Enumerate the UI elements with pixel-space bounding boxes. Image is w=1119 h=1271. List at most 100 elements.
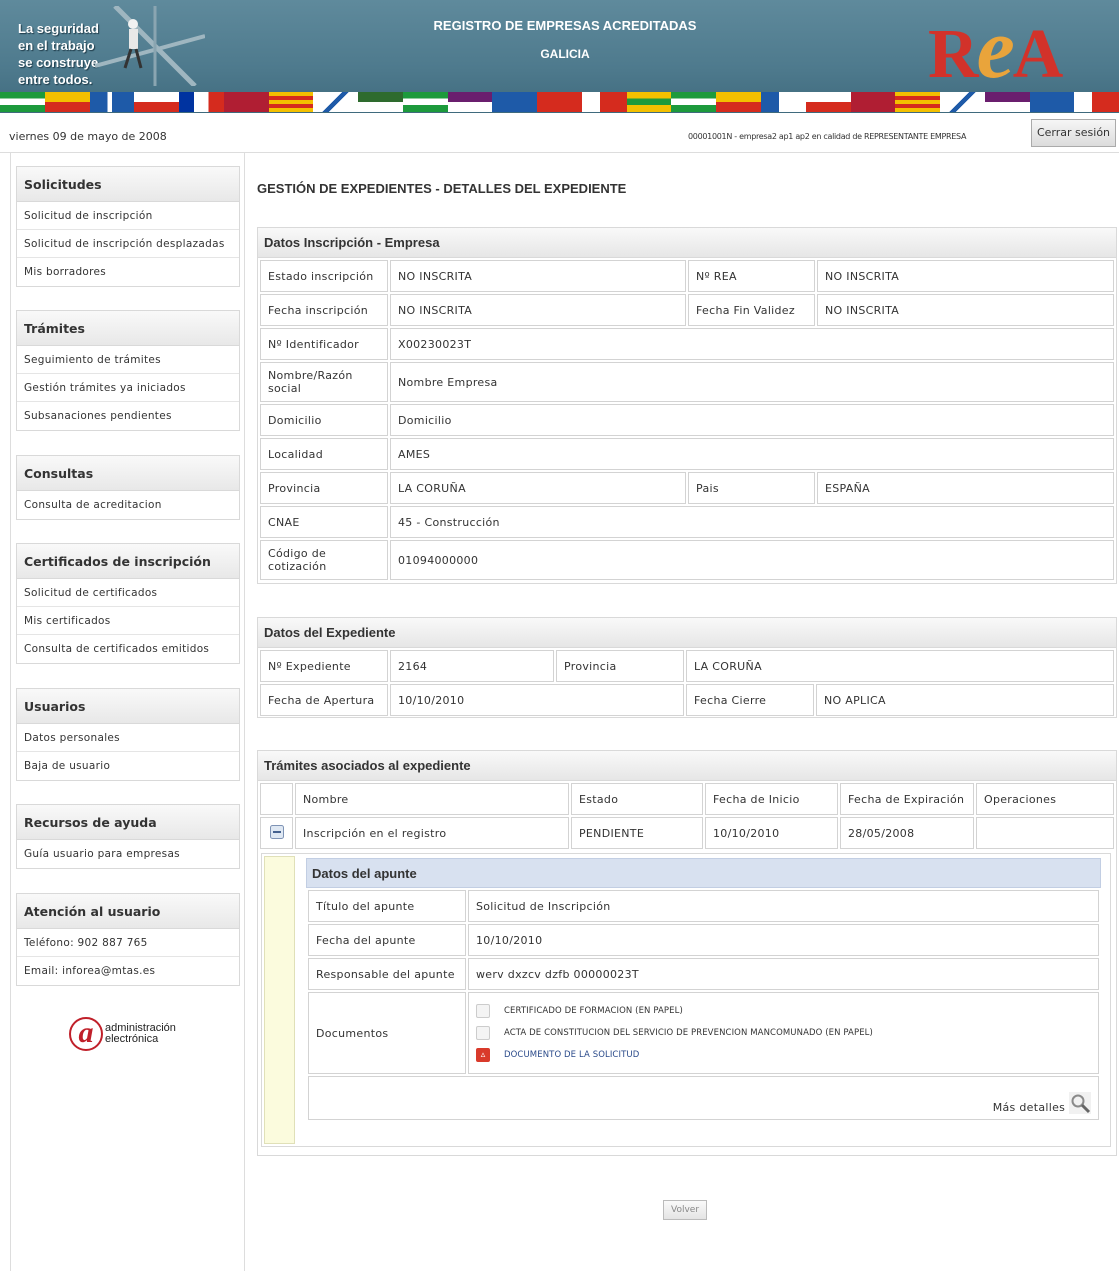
menu-certificados: Certificados de inscripción Solicitud de… [16,543,240,664]
column-header: Fecha de Expiración [840,783,974,815]
field-value: werv dxzcv dzfb 00000023T [468,958,1099,990]
user-info: 00001001N - empresa2 ap1 ap2 en calidad … [688,132,967,141]
apunte-table: Título del apunte Solicitud de Inscripci… [306,888,1101,1122]
field-label: Nº Expediente [260,650,388,682]
field-label: Fecha Fin Validez [688,294,815,326]
menu-item-datos-personales[interactable]: Datos personales [17,724,239,752]
document-item: ACTA DE CONSTITUCION DEL SERVICIO DE PRE… [476,1022,1091,1044]
menu-consultas: Consultas Consulta de acreditacion [16,455,240,520]
logout-button[interactable]: Cerrar sesión [1031,119,1116,147]
volver-button[interactable]: Volver [663,1200,707,1220]
indent-strip [264,856,295,1144]
collapse-toggle[interactable] [260,817,293,849]
section-title: Datos Inscripción - Empresa [258,228,1116,258]
magnifier-icon[interactable] [1069,1092,1091,1114]
field-label: Provincia [556,650,684,682]
blank-doc-icon [476,1004,490,1018]
field-label: Fecha de Apertura [260,684,388,716]
logo-letter: R [928,16,979,93]
menu-item-seguimiento[interactable]: Seguimiento de trámites [17,346,239,374]
inscripcion-section: Datos Inscripción - Empresa Estado inscr… [257,227,1117,584]
tramite-operaciones [976,817,1114,849]
logo-line: electrónica [105,1033,159,1045]
menu-item-mis-certificados[interactable]: Mis certificados [17,607,239,635]
menu-item-solicitud-desplazadas[interactable]: Solicitud de inscripción desplazadas [17,230,239,258]
field-value: ESPAÑA [817,472,1114,504]
banner-subtitle: GALICIA [540,47,590,61]
field-label: Nº REA [688,260,815,292]
slogan-line: La seguridad [18,21,99,36]
menu-item-mis-borradores[interactable]: Mis borradores [17,258,239,286]
field-value: 45 - Construcción [390,506,1114,538]
inscripcion-table: Estado inscripción NO INSCRITA Nº REA NO… [258,258,1116,582]
column-header: Fecha de Inicio [705,783,838,815]
menu-item-solicitud-certificados[interactable]: Solicitud de certificados [17,579,239,607]
section-title: Trámites asociados al expediente [258,751,1116,781]
field-label: Nº Identificador [260,328,388,360]
field-value: LA CORUÑA [390,472,686,504]
document-name: ACTA DE CONSTITUCION DEL SERVICIO DE PRE… [504,1028,873,1038]
menu-header: Consultas [17,456,239,491]
field-label: Estado inscripción [260,260,388,292]
field-label: Fecha del apunte [308,924,466,956]
menu-header: Recursos de ayuda [17,805,239,840]
field-label: Localidad [260,438,388,470]
tramites-section: Trámites asociados al expediente Nombre … [257,750,1117,1156]
logo-letter: A [1012,16,1064,93]
rea-logo: ReA [928,5,1114,93]
pdf-icon[interactable]: ▵ [476,1048,490,1062]
field-value: Solicitud de Inscripción [468,890,1099,922]
field-value: 10/10/2010 [390,684,684,716]
slogan-line: entre todos. [18,72,93,87]
mas-detalles-link[interactable]: Más detalles [993,1101,1065,1114]
field-value: 01094000000 [390,540,1114,580]
menu-ayuda: Recursos de ayuda Guía usuario para empr… [16,804,240,869]
slogan: La seguridad en el trabajo se construye … [18,20,99,88]
tramites-table: Nombre Estado Fecha de Inicio Fecha de E… [258,781,1116,851]
apunte-panel: Datos del apunte Título del apunte Solic… [261,853,1111,1147]
menu-item-solicitud-inscripcion[interactable]: Solicitud de inscripción [17,202,239,230]
menu-item-baja-usuario[interactable]: Baja de usuario [17,752,239,780]
regional-flags-strip [0,91,1119,113]
top-bar: viernes 09 de mayo de 2008 00001001N - e… [0,113,1119,153]
current-date: viernes 09 de mayo de 2008 [9,130,167,143]
collapse-icon[interactable] [269,824,284,839]
menu-item-consulta-certificados[interactable]: Consulta de certificados emitidos [17,635,239,663]
field-value: AMES [390,438,1114,470]
field-label: Título del apunte [308,890,466,922]
document-item[interactable]: ▵ DOCUMENTO DE LA SOLICITUD [476,1044,1091,1066]
tramite-estado: PENDIENTE [571,817,703,849]
menu-solicitudes: Solicitudes Solicitud de inscripción Sol… [16,166,240,287]
document-link[interactable]: DOCUMENTO DE LA SOLICITUD [504,1050,639,1060]
field-value: 2164 [390,650,554,682]
expediente-table: Nº Expediente 2164 Provincia LA CORUÑA F… [258,648,1116,718]
administracion-electronica-logo[interactable]: a administración electrónica [69,1015,199,1055]
tramite-fecha-expiracion: 28/05/2008 [840,817,974,849]
field-value: Nombre Empresa [390,362,1114,402]
field-value: NO INSCRITA [817,294,1114,326]
menu-item-guia-usuario[interactable]: Guía usuario para empresas [17,840,239,868]
field-label: CNAE [260,506,388,538]
menu-item-subsanaciones[interactable]: Subsanaciones pendientes [17,402,239,430]
document-item: CERTIFICADO DE FORMACION (EN PAPEL) [476,1000,1091,1022]
field-label: Documentos [308,992,466,1074]
field-label: Pais [688,472,815,504]
column-header: Estado [571,783,703,815]
column-header: Nombre [295,783,569,815]
field-value: NO APLICA [816,684,1114,716]
menu-usuarios: Usuarios Datos personales Baja de usuari… [16,688,240,781]
sidebar: Solicitudes Solicitud de inscripción Sol… [10,153,245,1271]
header-banner: La seguridad en el trabajo se construye … [0,0,1119,113]
field-label: Responsable del apunte [308,958,466,990]
menu-item-gestion-tramites[interactable]: Gestión trámites ya iniciados [17,374,239,402]
page-title: GESTIÓN DE EXPEDIENTES - DETALLES DEL EX… [257,181,627,196]
menu-item-email[interactable]: Email: inforea@mtas.es [17,957,239,985]
apunte-title: Datos del apunte [306,858,1101,888]
menu-header: Certificados de inscripción [17,544,239,579]
menu-item-consulta-acreditacion[interactable]: Consulta de acreditacion [17,491,239,519]
menu-atencion: Atención al usuario Teléfono: 902 887 76… [16,893,240,986]
menu-header: Atención al usuario [17,894,239,929]
field-label: Código de cotización [260,540,388,580]
mas-detalles-cell: Más detalles [308,1076,1099,1120]
field-label: Fecha Cierre [686,684,814,716]
